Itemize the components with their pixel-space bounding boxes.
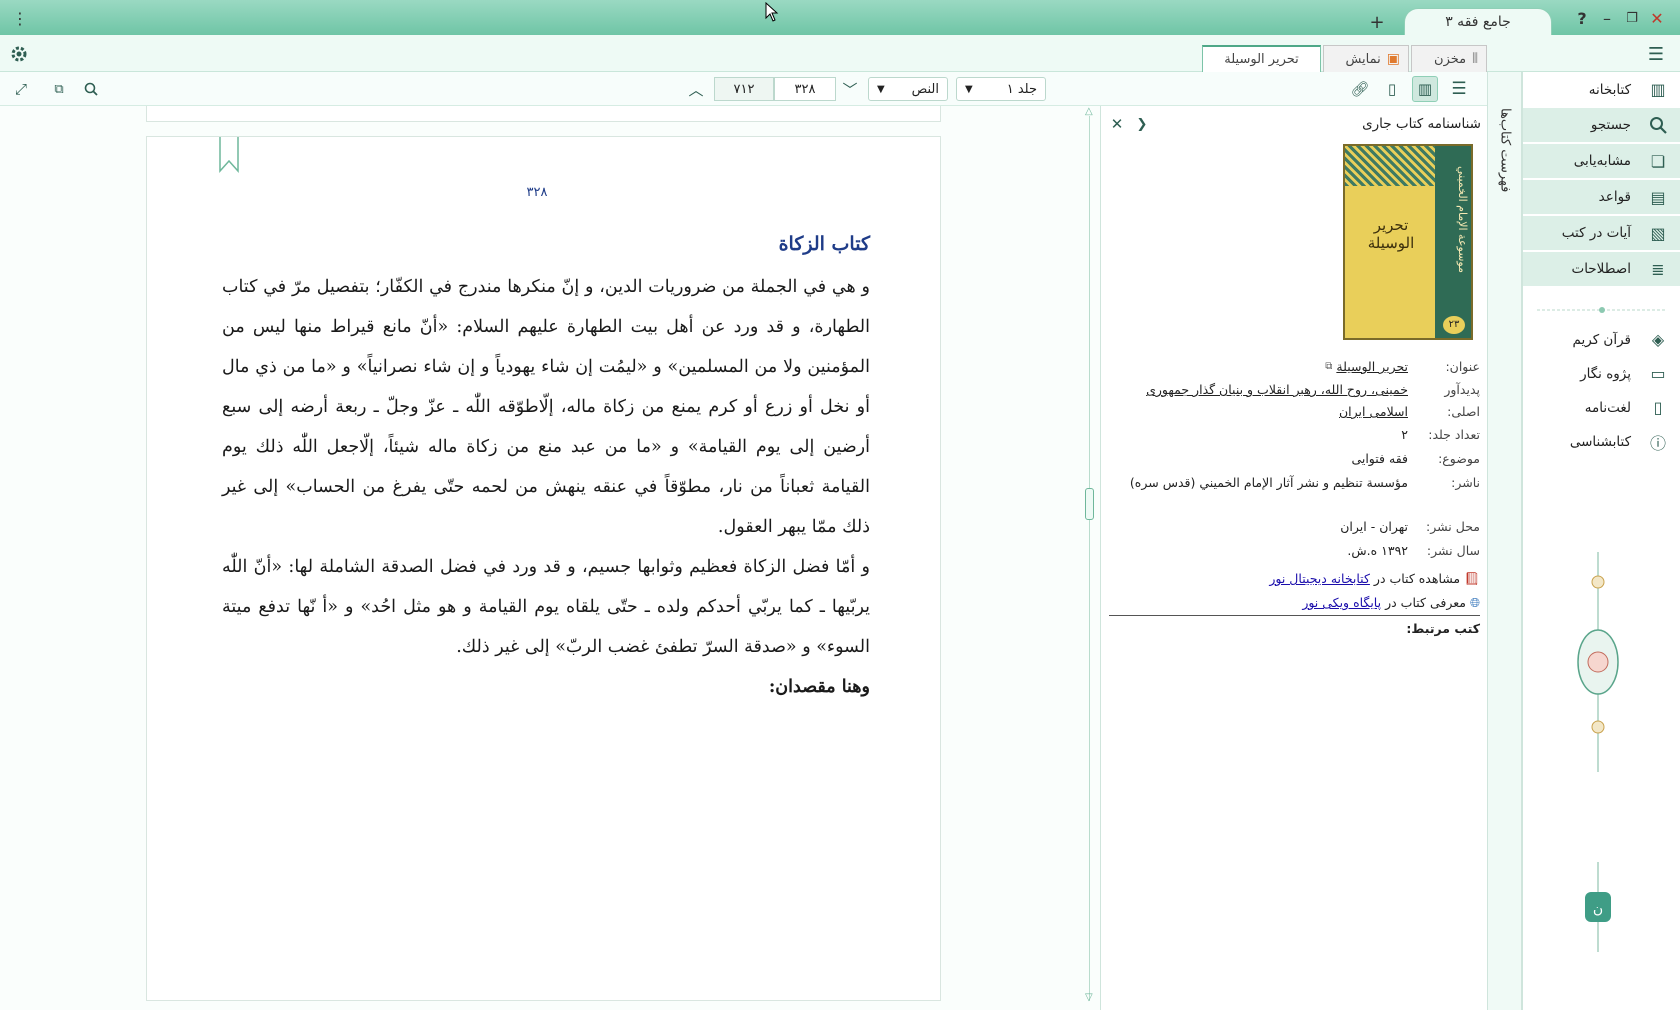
search-icon bbox=[1645, 112, 1671, 138]
reader-area: ۳۲۸ كتاب الزكاة و هي في الجملة من ضروريا… bbox=[0, 106, 1100, 1010]
verses-icon: ▧ bbox=[1650, 223, 1666, 243]
page-text: و هي في الجملة من ضروريات الدين، و إنّ م… bbox=[222, 267, 870, 707]
external-link-icon[interactable]: ⧉ bbox=[1325, 356, 1332, 378]
book-icon: 📕︎ bbox=[1464, 571, 1480, 586]
book-info-panel: شناسنامه کتاب جاری ❯ ✕ تحرير الوسيلة موس… bbox=[1100, 106, 1487, 1010]
svg-text:ن: ن bbox=[1593, 901, 1603, 917]
quran-icon: ◈ bbox=[1651, 330, 1665, 349]
library-icon: ▥ bbox=[1650, 80, 1666, 99]
info-panel-title: شناسنامه کتاب جاری bbox=[1362, 116, 1481, 132]
scroll-thumb[interactable] bbox=[1085, 488, 1094, 520]
info-row-author: پدیدآور اصلی: خمینی، روح الله، رهبر انقل… bbox=[1109, 379, 1480, 423]
previous-page-edge bbox=[146, 106, 941, 122]
book-page: ۳۲۸ كتاب الزكاة و هي في الجملة من ضروريا… bbox=[146, 136, 941, 1001]
info-row-title: عنوان: تحرير الوسيلة ⧉ bbox=[1109, 356, 1480, 378]
reader-toolbar: ⤢ ⧉ ︿ ۷۱۲ ۳۲۸ ﹀ النص ▼ جلد ۱ ▼ 🔗︎ ▯ ▥ ☰ … bbox=[0, 72, 1680, 106]
subheading: وهنا مقصدان: bbox=[768, 677, 870, 697]
noor-logo-icon: ن bbox=[1585, 862, 1611, 952]
link-icon[interactable]: 🔗︎ bbox=[1348, 78, 1372, 100]
settings-icon[interactable] bbox=[8, 43, 30, 65]
chevron-right-icon[interactable]: ❯ bbox=[1133, 114, 1151, 134]
single-page-icon[interactable]: ▯ bbox=[1380, 78, 1404, 100]
tab-title: جامع فقه ۳ bbox=[1445, 14, 1511, 30]
chevron-down-icon: ▼ bbox=[877, 83, 885, 95]
page-total: ۷۱۲ bbox=[714, 77, 774, 101]
new-tab-icon[interactable]: + bbox=[1367, 12, 1387, 33]
noorlib-link[interactable]: کتابخانه دیجیتال نور bbox=[1269, 568, 1370, 590]
wikinoor-link[interactable]: پایگاه ویکی نور bbox=[1302, 592, 1381, 614]
volume-select[interactable]: جلد ۱ ▼ bbox=[956, 77, 1046, 101]
scroll-up-icon[interactable]: △ bbox=[1085, 106, 1093, 117]
book-view-icon[interactable]: ▥ bbox=[1412, 76, 1438, 102]
main-sidebar: کتابخانه ▥ جستجو مشابه‌یابی ❏ قواعد ▤ آی… bbox=[1522, 72, 1680, 1010]
dictionary-icon: ▯ bbox=[1653, 398, 1663, 417]
app-menu-icon[interactable]: ⋮ bbox=[10, 8, 30, 28]
info-row-subject: موضوع: فقه فتوایی bbox=[1351, 451, 1480, 466]
info-row-place: محل نشر: تهران - ایران bbox=[1340, 519, 1480, 534]
tab-jame-feqh[interactable]: جامع فقه ۳ bbox=[1404, 8, 1552, 35]
info-row-year: سال نشر: ۱۳۹۲ ه.ش. bbox=[1347, 543, 1480, 558]
scroll-down-icon[interactable]: ▽ bbox=[1085, 992, 1093, 1003]
sidebar-item-library[interactable]: کتابخانه ▥ bbox=[1523, 72, 1680, 107]
tab-repository[interactable]: ⫴ مخزن bbox=[1411, 45, 1487, 72]
decorative-ornament bbox=[1577, 552, 1619, 772]
restore-icon[interactable]: ❐ bbox=[1622, 8, 1642, 28]
info-row-publisher: ناشر: مؤسسة تنظيم و نشر آثار الإمام الخم… bbox=[1129, 475, 1480, 490]
paragraph: و أمّا فضل الزكاة فعظيم وثوابها جسيم، و … bbox=[222, 557, 870, 657]
paragraph: و هي في الجملة من ضروريات الدين، و إنّ م… bbox=[222, 277, 870, 537]
sidebar-item-bibliography[interactable]: کتابشناسی ⓘ bbox=[1523, 424, 1680, 459]
globe-icon: 🌐︎ bbox=[1469, 595, 1480, 610]
minimize-icon[interactable]: – bbox=[1597, 8, 1617, 28]
related-books-label: کتب مرتبط: bbox=[1406, 621, 1480, 636]
rules-icon: ▤ bbox=[1650, 187, 1666, 207]
cursor-icon bbox=[765, 2, 779, 22]
nav-bar: ⫴ مخزن ▣ نمایش تحرير الوسيلة ☰ bbox=[0, 35, 1680, 72]
sidebar-item-dictionary[interactable]: لغت‌نامه ▯ bbox=[1523, 390, 1680, 425]
author-link[interactable]: خمینی، روح الله، رهبر انقلاب و بنیان گذا… bbox=[1109, 379, 1408, 423]
page-up-icon[interactable]: ︿ bbox=[686, 78, 706, 100]
title-link[interactable]: تحرير الوسيلة bbox=[1336, 356, 1408, 378]
sidebar-item-rules[interactable]: قواعد ▤ bbox=[1523, 180, 1680, 215]
book-list-label[interactable]: فهرست کتاب‌ها bbox=[1488, 108, 1522, 258]
page-number: ۳۲۸ bbox=[526, 185, 548, 200]
hamburger-menu-icon[interactable]: ☰ bbox=[1643, 42, 1669, 66]
sidebar-item-quran[interactable]: قرآن کریم ◈ bbox=[1523, 322, 1680, 357]
compare-icon[interactable]: ⧉ bbox=[48, 78, 70, 100]
help-icon[interactable]: ? bbox=[1572, 8, 1592, 28]
divider bbox=[1109, 615, 1480, 616]
display-icon: ▣ bbox=[1386, 51, 1400, 67]
list-view-icon[interactable]: ☰ bbox=[1446, 78, 1472, 100]
book-cover-image: تحرير الوسيلة موسوعة الإمام الخميني ۲۳ bbox=[1343, 144, 1473, 340]
sidebar-item-terms[interactable]: اصطلاحات ≣ bbox=[1523, 252, 1680, 287]
sidebar-item-search[interactable]: جستجو bbox=[1523, 108, 1680, 143]
page-current-input[interactable]: ۳۲۸ bbox=[774, 77, 836, 101]
title-bar: ⋮ ✕ ❐ – ? جامع فقه ۳ + bbox=[0, 0, 1680, 35]
page-down-icon[interactable]: ﹀ bbox=[840, 78, 860, 100]
bookmark-icon[interactable] bbox=[219, 137, 239, 173]
info-icon: ⓘ bbox=[1649, 433, 1666, 453]
notes-icon: ▭ bbox=[1650, 364, 1666, 383]
info-row-wikinoor: 🌐︎ معرفی کتاب در پایگاه ویکی نور bbox=[1109, 592, 1480, 614]
similar-icon: ❏ bbox=[1650, 151, 1666, 171]
sidebar-item-similar[interactable]: مشابه‌یابی ❏ bbox=[1523, 144, 1680, 179]
terms-icon: ≣ bbox=[1651, 259, 1665, 279]
chapter-heading: كتاب الزكاة bbox=[778, 233, 870, 255]
section-select[interactable]: النص ▼ bbox=[868, 77, 948, 101]
expand-icon[interactable]: ⤢ bbox=[10, 78, 32, 100]
sidebar-item-verses[interactable]: آیات در کتب ▧ bbox=[1523, 216, 1680, 251]
search-icon[interactable] bbox=[80, 78, 102, 100]
close-icon[interactable]: ✕ bbox=[1107, 114, 1127, 134]
repository-icon: ⫴ bbox=[1472, 51, 1478, 67]
sidebar-item-notes[interactable]: پژوه نگار ▭ bbox=[1523, 356, 1680, 391]
info-row-noorlib: 📕︎ مشاهده کتاب در کتابخانه دیجیتال نور bbox=[1109, 568, 1480, 590]
close-icon[interactable]: ✕ bbox=[1647, 8, 1667, 28]
chevron-down-icon: ▼ bbox=[965, 83, 973, 95]
divider-ornament bbox=[1537, 307, 1667, 313]
info-row-volumes: تعداد جلد: ۲ bbox=[1401, 427, 1480, 442]
vertical-scrollbar[interactable]: △ ▽ bbox=[1082, 106, 1098, 1010]
tab-display[interactable]: ▣ نمایش bbox=[1323, 45, 1409, 72]
tab-tahrir[interactable]: تحرير الوسيلة bbox=[1202, 45, 1321, 72]
